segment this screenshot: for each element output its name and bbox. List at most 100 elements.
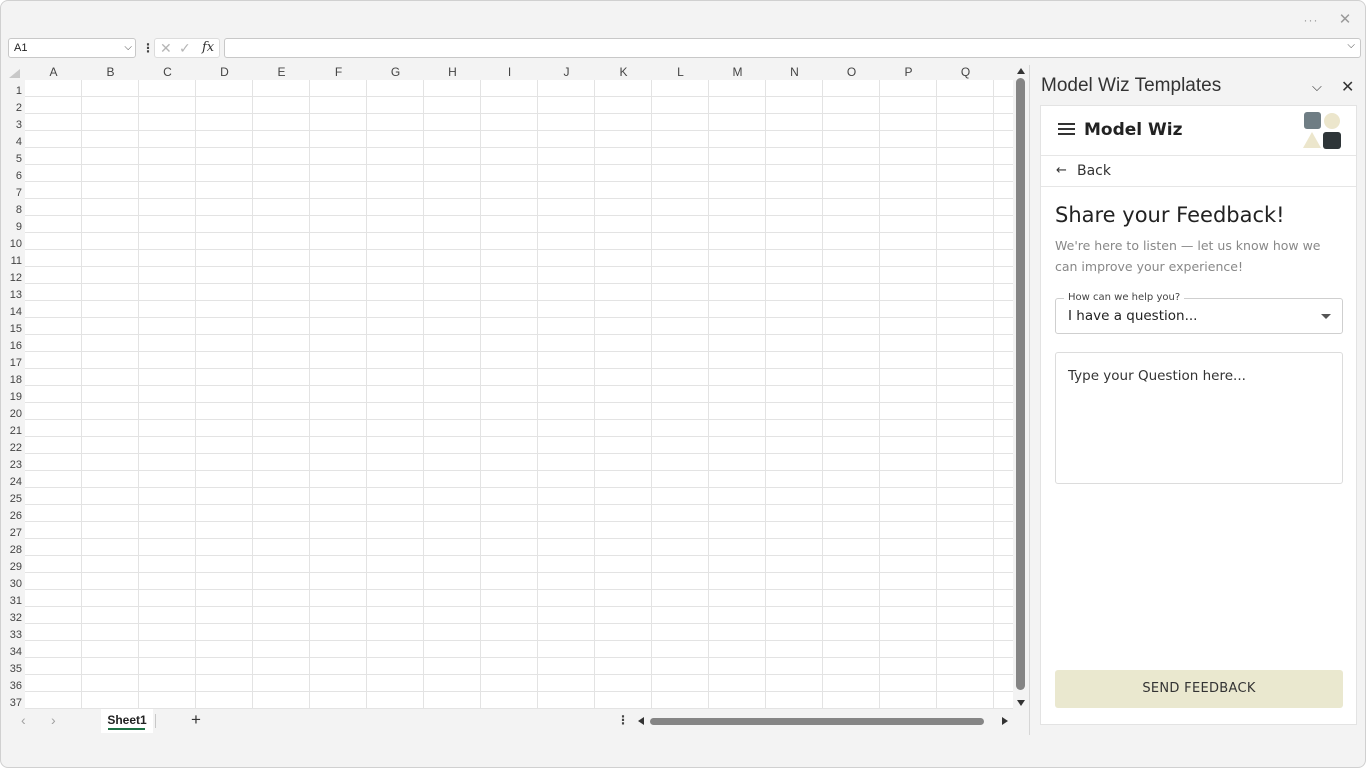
- chevron-down-icon[interactable]: ⌵: [1312, 79, 1322, 95]
- select-all-corner[interactable]: [9, 69, 20, 78]
- row-header[interactable]: 17: [1, 352, 22, 369]
- previous-sheet-icon[interactable]: ‹: [21, 712, 26, 728]
- row-header[interactable]: 27: [1, 522, 22, 539]
- row-header[interactable]: 15: [1, 318, 22, 335]
- back-link[interactable]: ← Back: [1041, 156, 1356, 187]
- row-header[interactable]: 33: [1, 624, 22, 641]
- sheet-tab-sheet1[interactable]: Sheet1: [101, 709, 153, 733]
- column-headers: ABCDEFGHIJKLMNOPQ: [1, 65, 1013, 80]
- row-header[interactable]: 6: [1, 165, 22, 182]
- column-header[interactable]: C: [139, 65, 196, 80]
- select-value: I have a question...: [1068, 308, 1198, 324]
- row-headers: 1 2 3 4 5 6 7 8 9 10 11 12 13 14 15 16 17 18 19 20 21 22 23 24 2…: [1, 80, 25, 709]
- row-header[interactable]: 31: [1, 590, 22, 607]
- row-header[interactable]: 21: [1, 420, 22, 437]
- row-header[interactable]: 19: [1, 386, 22, 403]
- next-sheet-icon[interactable]: ›: [51, 712, 56, 728]
- scroll-up-icon[interactable]: [1017, 68, 1025, 74]
- row-header[interactable]: 5: [1, 148, 22, 165]
- model-wiz-logo: [1303, 112, 1343, 150]
- taskpane-title: Model Wiz Templates: [1041, 75, 1222, 96]
- row-header[interactable]: 35: [1, 658, 22, 675]
- column-header[interactable]: L: [652, 65, 709, 80]
- question-textarea[interactable]: Type your Question here...: [1055, 352, 1343, 484]
- row-header[interactable]: 25: [1, 488, 22, 505]
- cell-area[interactable]: [25, 80, 1013, 709]
- row-header[interactable]: 10: [1, 233, 22, 250]
- formula-actions: ✕ ✓ fx: [154, 38, 220, 58]
- back-label[interactable]: Back: [1077, 163, 1111, 179]
- horizontal-scroll-thumb[interactable]: [650, 718, 984, 725]
- expand-formula-bar-icon[interactable]: ⌵: [1347, 40, 1355, 51]
- pane-divider[interactable]: [1029, 65, 1030, 735]
- row-header[interactable]: 11: [1, 250, 22, 267]
- scroll-right-icon[interactable]: [1002, 717, 1008, 725]
- excel-window: ··· ✕ A1 ⌵ ⋮ ✕ ✓ fx ⌵ ABCDEFGHIJKLMNOPQ …: [0, 0, 1366, 768]
- name-box-value: A1: [14, 42, 28, 54]
- row-header[interactable]: 16: [1, 335, 22, 352]
- column-header[interactable]: F: [310, 65, 367, 80]
- column-header[interactable]: B: [82, 65, 139, 80]
- row-header[interactable]: 2: [1, 97, 22, 114]
- row-header[interactable]: 3: [1, 114, 22, 131]
- add-sheet-icon[interactable]: +: [191, 710, 201, 730]
- scroll-left-icon[interactable]: [638, 717, 644, 725]
- column-header[interactable]: D: [196, 65, 253, 80]
- row-header[interactable]: 18: [1, 369, 22, 386]
- hamburger-menu-icon[interactable]: [1058, 123, 1075, 136]
- cancel-icon[interactable]: ✕: [160, 39, 172, 57]
- help-type-select[interactable]: How can we help you? I have a question..…: [1055, 292, 1343, 334]
- row-header[interactable]: 14: [1, 301, 22, 318]
- row-header[interactable]: 28: [1, 539, 22, 556]
- column-header[interactable]: P: [880, 65, 937, 80]
- row-header[interactable]: 36: [1, 675, 22, 692]
- vertical-scroll-thumb[interactable]: [1016, 78, 1025, 690]
- row-header[interactable]: 12: [1, 267, 22, 284]
- column-header[interactable]: A: [25, 65, 82, 80]
- row-header[interactable]: 1: [1, 80, 22, 97]
- scroll-down-icon[interactable]: [1017, 700, 1025, 706]
- sheet-tabs-bar: ‹ › Sheet1 + ⋮: [1, 709, 1029, 733]
- column-header[interactable]: N: [766, 65, 823, 80]
- insert-function-icon[interactable]: fx: [202, 39, 214, 57]
- add-in-pane: Model Wiz ← Back Share your Feedback! We…: [1040, 105, 1357, 725]
- chevron-down-icon[interactable]: ⌵: [124, 39, 132, 57]
- row-header[interactable]: 13: [1, 284, 22, 301]
- sheet-options-icon[interactable]: ⋮: [617, 713, 629, 727]
- close-pane-icon[interactable]: ✕: [1341, 77, 1354, 97]
- column-header[interactable]: H: [424, 65, 481, 80]
- send-feedback-button[interactable]: SEND FEEDBACK: [1055, 670, 1343, 708]
- row-header[interactable]: 29: [1, 556, 22, 573]
- vertical-scrollbar[interactable]: [1013, 65, 1029, 709]
- row-header[interactable]: 9: [1, 216, 22, 233]
- row-header[interactable]: 8: [1, 199, 22, 216]
- row-header[interactable]: 30: [1, 573, 22, 590]
- column-header[interactable]: M: [709, 65, 766, 80]
- name-box[interactable]: A1 ⌵: [8, 38, 136, 58]
- column-header[interactable]: E: [253, 65, 310, 80]
- row-header[interactable]: 24: [1, 471, 22, 488]
- row-header[interactable]: 37: [1, 692, 22, 709]
- more-options-icon[interactable]: ···: [1301, 10, 1321, 30]
- column-header[interactable]: Q: [937, 65, 994, 80]
- formula-bar-menu-icon[interactable]: ⋮: [142, 40, 154, 56]
- enter-icon[interactable]: ✓: [179, 39, 191, 57]
- row-header[interactable]: 34: [1, 641, 22, 658]
- row-header[interactable]: 23: [1, 454, 22, 471]
- column-header[interactable]: J: [538, 65, 595, 80]
- row-header[interactable]: 32: [1, 607, 22, 624]
- row-header[interactable]: 4: [1, 131, 22, 148]
- page-title: Share your Feedback!: [1055, 203, 1285, 227]
- row-header[interactable]: 7: [1, 182, 22, 199]
- column-header[interactable]: G: [367, 65, 424, 80]
- column-header[interactable]: O: [823, 65, 880, 80]
- close-window-icon[interactable]: ✕: [1335, 10, 1355, 30]
- column-header[interactable]: I: [481, 65, 538, 80]
- row-header[interactable]: 26: [1, 505, 22, 522]
- column-header[interactable]: K: [595, 65, 652, 80]
- row-header[interactable]: 22: [1, 437, 22, 454]
- caret-down-icon[interactable]: [1321, 314, 1331, 319]
- formula-input[interactable]: ⌵: [224, 38, 1361, 58]
- row-header[interactable]: 20: [1, 403, 22, 420]
- back-arrow-icon[interactable]: ←: [1056, 163, 1067, 178]
